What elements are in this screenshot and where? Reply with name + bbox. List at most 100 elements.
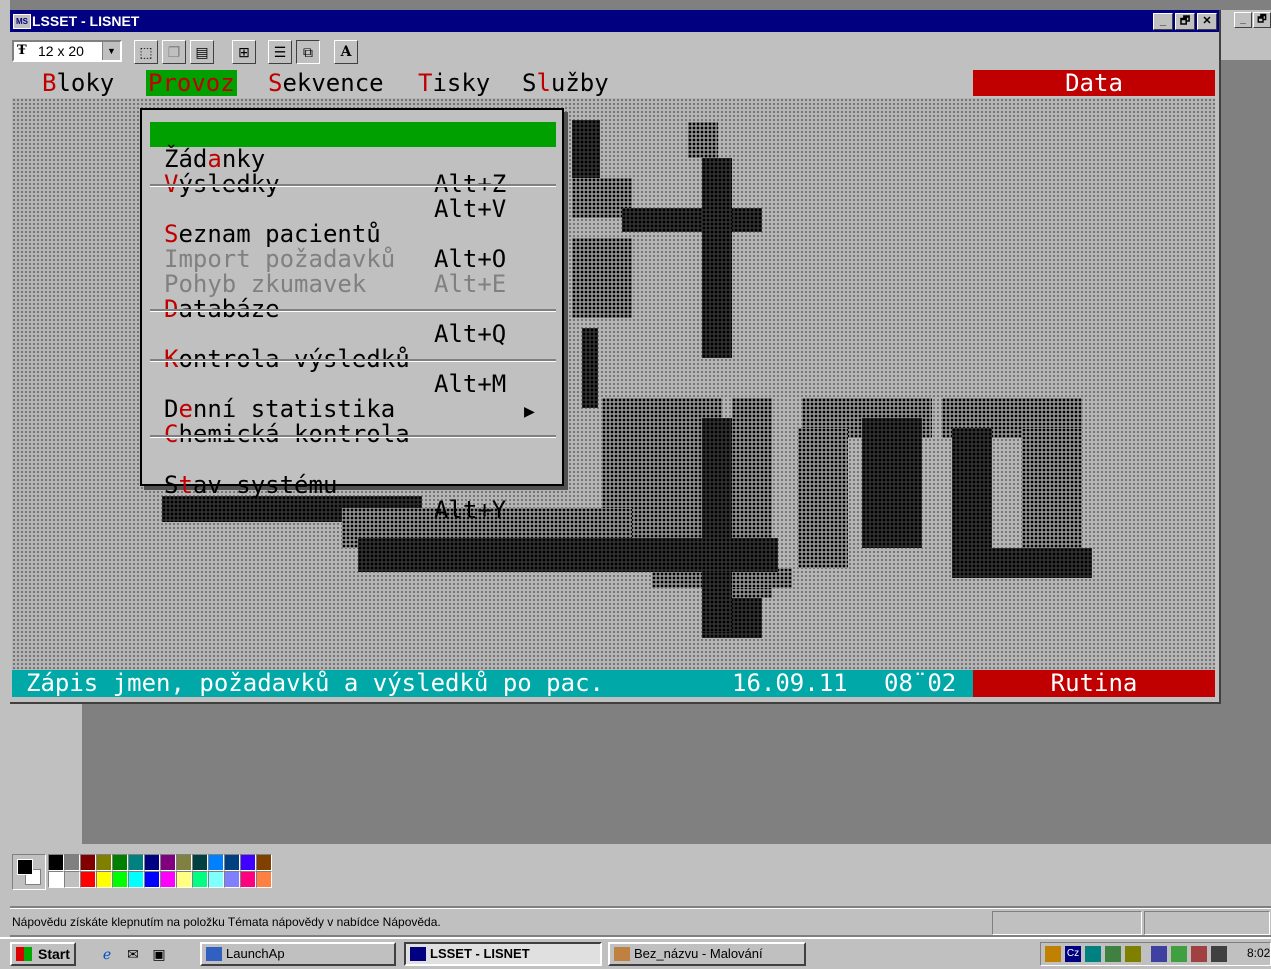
paste-icon[interactable]: ▤ (190, 40, 214, 64)
tray-icon[interactable] (1085, 946, 1101, 962)
palette-swatch[interactable] (128, 871, 144, 888)
launchap-icon (206, 947, 222, 961)
logo-block (952, 548, 1092, 578)
palette-swatch[interactable] (48, 871, 64, 888)
start-button[interactable]: Start (10, 942, 76, 966)
mode-label: Rutina (973, 670, 1215, 697)
task-lsset[interactable]: LSSET - LISNET (404, 942, 602, 966)
palette-swatch[interactable] (144, 854, 160, 871)
truetype-font-icon: Ŧ (17, 43, 27, 58)
tray-icon[interactable] (1191, 946, 1207, 962)
logo-block (582, 328, 598, 408)
palette-swatch[interactable] (96, 871, 112, 888)
logo-block (688, 122, 718, 158)
menu-item-chemicka-kontrola[interactable]: Chemická kontrola ▶ (150, 397, 556, 447)
palette-swatch[interactable] (80, 854, 96, 871)
palette-swatch[interactable] (192, 871, 208, 888)
menu-item-kontrola-vysledku[interactable]: Kontrola výsledků Alt+M (150, 322, 556, 397)
window-title: LSSET - LISNET (32, 13, 140, 29)
palette-swatch[interactable] (160, 854, 176, 871)
speaker-icon[interactable] (1125, 946, 1141, 962)
palette-swatch[interactable] (48, 854, 64, 871)
palette-swatch[interactable] (64, 871, 80, 888)
paint-title-area: _ 🗗 (1219, 10, 1271, 60)
language-indicator[interactable]: Cz (1065, 946, 1081, 962)
palette-swatch[interactable] (256, 871, 272, 888)
palette-swatch[interactable] (208, 871, 224, 888)
console-app-icon (410, 947, 426, 961)
menu-item-seznam-pacientu[interactable]: Seznam pacientů Alt+O (150, 197, 556, 272)
tray-icon[interactable] (1105, 946, 1121, 962)
properties-icon[interactable]: ☰ (268, 40, 292, 64)
restore-button[interactable]: 🗗 (1175, 13, 1195, 30)
palette-swatch[interactable] (112, 871, 128, 888)
menu-item-databaze[interactable]: Databáze Alt+Q (150, 272, 556, 347)
background-icon[interactable]: ⧉ (296, 40, 320, 64)
ie-icon[interactable]: ℯ (98, 945, 116, 963)
logo-block (862, 418, 922, 548)
logo-block (622, 208, 762, 232)
logo-block (572, 238, 632, 318)
palette-swatch[interactable] (240, 871, 256, 888)
console-app-icon: MS (13, 14, 31, 29)
tray-icon[interactable] (1045, 946, 1061, 962)
palette-swatch[interactable] (208, 854, 224, 871)
fullscreen-icon[interactable]: ⊞ (232, 40, 256, 64)
minimize-button[interactable]: _ (1153, 13, 1173, 30)
menu-item-import-pozadavku: Import požadavků Alt+E (164, 245, 507, 298)
palette-swatch[interactable] (128, 854, 144, 871)
menu-item-vysledky[interactable]: Výsledky Alt+V (150, 147, 556, 222)
status-description: Zápis jmen, požadavků a výsledků po pac. (26, 669, 604, 697)
status-time: 08¨02 (884, 669, 957, 697)
palette-swatch[interactable] (176, 871, 192, 888)
palette-swatch[interactable] (176, 854, 192, 871)
logo-block (702, 158, 732, 358)
task-paint[interactable]: Bez_názvu - Malování (608, 942, 806, 966)
menu-bloky[interactable]: Bloky (40, 70, 116, 96)
close-button[interactable]: ✕ (1197, 13, 1217, 30)
task-launchap[interactable]: LaunchAp (200, 942, 396, 966)
menu-item-stav-systemu[interactable]: Stav systému Alt+Y (150, 448, 556, 523)
palette-swatch[interactable] (240, 854, 256, 871)
select-icon[interactable]: ⬚ (134, 40, 158, 64)
outlook-icon[interactable]: ✉ (124, 945, 142, 963)
window-titlebar[interactable]: MS LSSET - LISNET _ 🗗 ✕ (10, 10, 1219, 32)
current-colors[interactable] (12, 854, 46, 890)
menu-item-zadanky[interactable]: Žádanky Alt+Z (150, 122, 556, 197)
terminal-status-bar: Zápis jmen, požadavků a výsledků po pac.… (12, 670, 1215, 697)
palette-swatch[interactable] (160, 871, 176, 888)
submenu-arrow-icon: ▶ (524, 401, 535, 422)
clock[interactable]: 8:02 (1247, 946, 1270, 960)
palette-swatch[interactable] (192, 854, 208, 871)
foreground-color-swatch[interactable] (17, 859, 33, 875)
menu-sekvence[interactable]: Sekvence (266, 70, 386, 96)
palette-swatch[interactable] (224, 854, 240, 871)
palette-swatch[interactable] (112, 854, 128, 871)
taskbar: Start ℯ ✉ ▣ LaunchAp LSSET - LISNET Bez_… (0, 937, 1271, 969)
tray-icon[interactable] (1151, 946, 1167, 962)
font-size-select[interactable]: Ŧ 12 x 20 ▼ (12, 40, 122, 62)
palette-swatch[interactable] (224, 871, 240, 888)
palette-swatch[interactable] (256, 854, 272, 871)
palette-swatch[interactable] (144, 871, 160, 888)
status-date: 16.09.11 (732, 669, 848, 697)
palette-swatch[interactable] (96, 854, 112, 871)
menu-sluzby[interactable]: Služby (520, 70, 611, 96)
desktop-icon[interactable]: ▣ (150, 945, 168, 963)
paint-restore-button[interactable]: 🗗 (1253, 12, 1271, 28)
menu-provoz[interactable]: Provoz (146, 70, 237, 96)
copy-icon[interactable]: ❐ (162, 40, 186, 64)
tray-icon[interactable] (1171, 946, 1187, 962)
paint-minimize-button[interactable]: _ (1234, 12, 1252, 28)
menu-item-denni-statistika[interactable]: Denní statistika (150, 372, 556, 422)
menu-tisky[interactable]: Tisky (416, 70, 492, 96)
palette-swatch[interactable] (64, 854, 80, 871)
chevron-down-icon[interactable]: ▼ (102, 42, 120, 60)
paint-icon (614, 947, 630, 961)
tray-icon[interactable] (1211, 946, 1227, 962)
terminal-screen[interactable]: Bloky Provoz Sekvence Tisky Služby Data (12, 70, 1215, 700)
font-icon[interactable]: A (334, 40, 358, 64)
paint-status-text: Nápovědu získáte klepnutím na položku Té… (12, 915, 441, 929)
palette-swatch[interactable] (80, 871, 96, 888)
lsset-window: MS LSSET - LISNET _ 🗗 ✕ Ŧ 12 x 20 ▼ ⬚ ❐ … (10, 10, 1221, 704)
